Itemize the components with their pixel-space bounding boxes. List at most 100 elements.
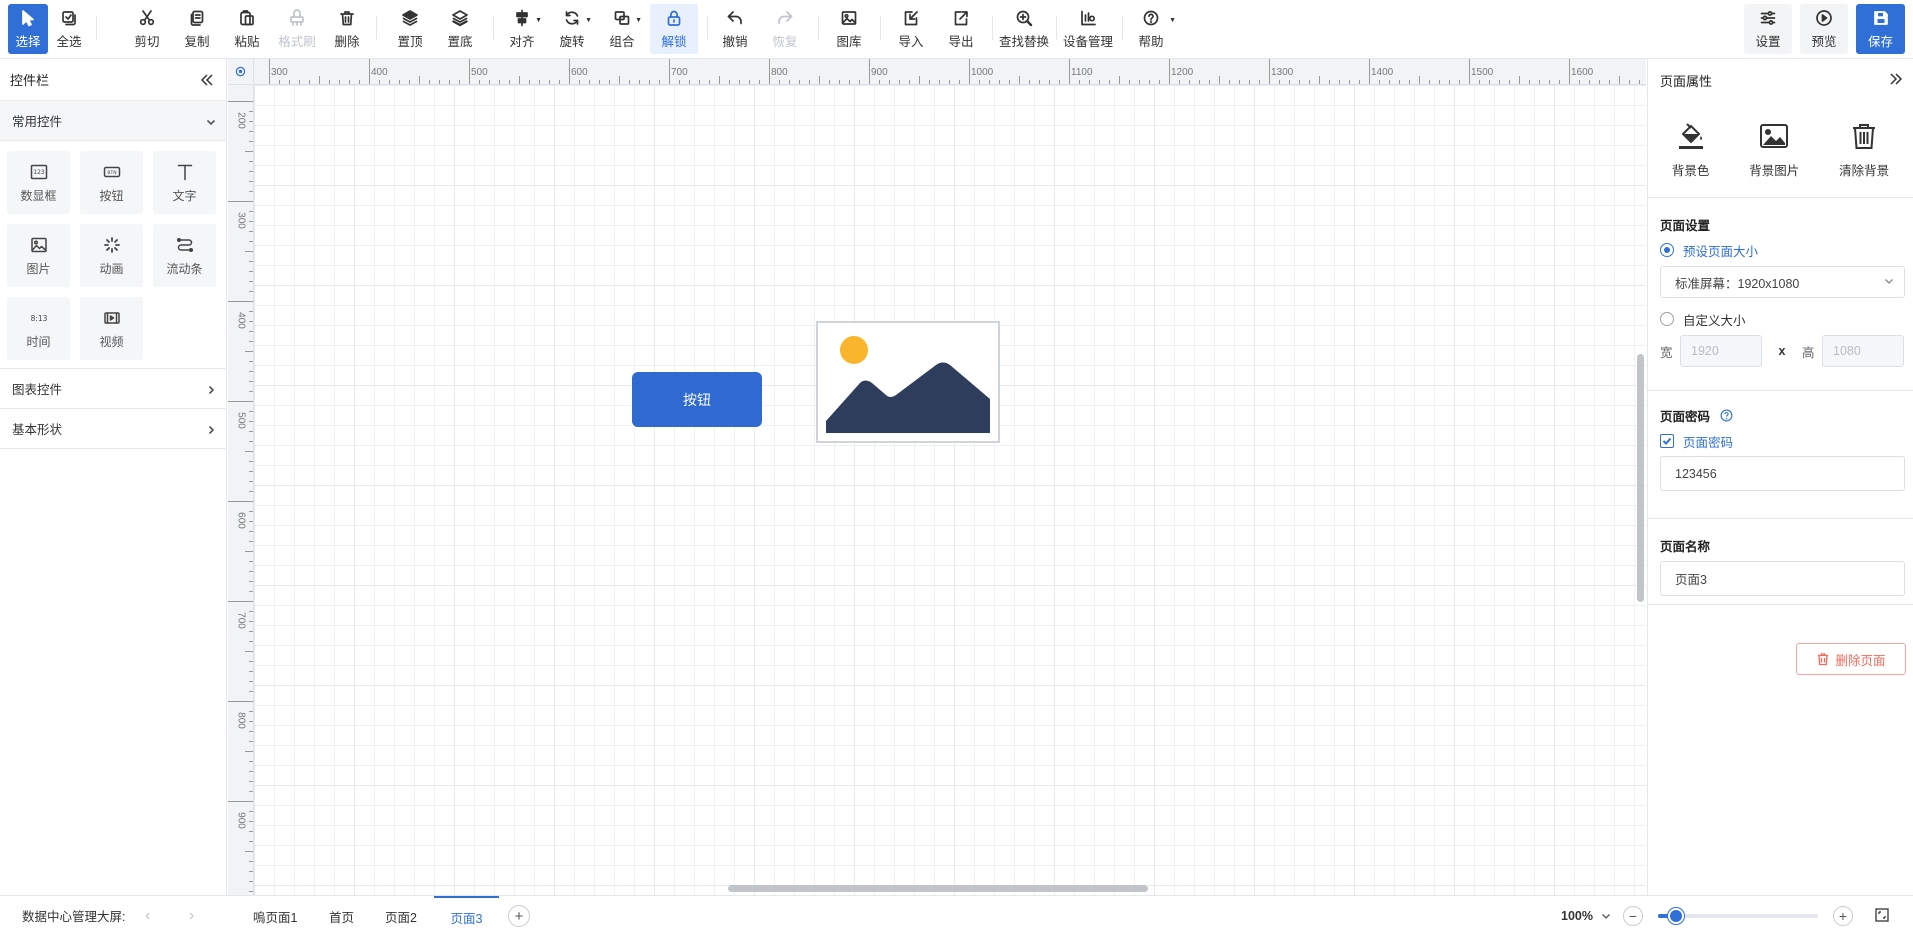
collapse-right-icon[interactable] xyxy=(1889,72,1903,89)
gallery-label: 图库 xyxy=(836,35,862,49)
canvas-button-widget[interactable]: 按钮 xyxy=(632,372,762,427)
custom-size-radio[interactable]: 自定义大小 xyxy=(1660,309,1905,329)
align-button[interactable]: 对齐 ▼ xyxy=(503,4,542,54)
widget-label: 图片 xyxy=(26,262,51,276)
common-widgets-section[interactable]: 常用控件 xyxy=(0,101,226,141)
widget-button[interactable]: BTN 按钮 xyxy=(80,151,143,214)
ruler-tick xyxy=(1309,80,1310,84)
zoom-slider[interactable] xyxy=(1658,908,1818,924)
size-separator: x xyxy=(1778,344,1786,358)
widget-animation[interactable]: 动画 xyxy=(80,224,143,287)
page-password-input[interactable]: 123456 xyxy=(1660,456,1905,491)
widget-time[interactable]: 8:13 时间 xyxy=(7,297,70,360)
clear-background-button[interactable]: 清除背景 xyxy=(1839,120,1889,179)
ruler-tick xyxy=(1119,76,1120,84)
ruler-tick xyxy=(228,101,253,102)
zoom-in-icon[interactable]: + xyxy=(1833,906,1853,926)
canvas-image-widget[interactable] xyxy=(816,321,1000,443)
chevron-down-icon[interactable] xyxy=(1601,911,1611,921)
ruler-tick xyxy=(1519,76,1520,84)
page-password-checkbox[interactable]: 页面密码 xyxy=(1660,431,1905,451)
widget-numeric-display[interactable]: 123 数显框 xyxy=(7,151,70,214)
select-all-button[interactable]: 全选 xyxy=(50,4,88,54)
find-replace-label: 查找替换 xyxy=(998,35,1049,49)
zoom-slider-handle[interactable] xyxy=(1667,908,1684,924)
device-manage-button[interactable]: 设备管理 xyxy=(1062,4,1114,54)
ruler-tick xyxy=(1109,80,1110,84)
help-button[interactable]: 帮助 ▼ xyxy=(1132,4,1176,54)
copy-button[interactable]: 复制 xyxy=(178,4,216,54)
prev-page-icon[interactable]: ‹ xyxy=(145,907,150,925)
send-to-back-button[interactable]: 置底 xyxy=(441,4,479,54)
paste-button[interactable]: 粘贴 xyxy=(228,4,266,54)
cut-button[interactable]: 剪切 xyxy=(128,4,166,54)
ruler-tick xyxy=(228,401,253,402)
page-password-section: 页面密码 页面密码 123456 xyxy=(1648,391,1913,519)
ruler-tick xyxy=(789,80,790,84)
image-icon xyxy=(29,234,49,256)
ruler-tick xyxy=(249,581,253,582)
height-input[interactable]: 1080 xyxy=(1822,335,1904,367)
delete-button[interactable]: 删除 xyxy=(328,4,366,54)
basic-shapes-section[interactable]: 基本形状 xyxy=(0,409,226,449)
settings-label: 设置 xyxy=(1755,35,1781,49)
background-color-button[interactable]: 背景色 xyxy=(1672,120,1709,179)
add-page-icon[interactable]: + xyxy=(508,905,530,927)
ruler-tick xyxy=(249,861,253,862)
page-tab[interactable]: 首页 xyxy=(329,896,354,935)
background-image-button[interactable]: 背景图片 xyxy=(1749,120,1799,179)
ruler-tick xyxy=(1129,80,1130,84)
ruler-tick xyxy=(809,80,810,84)
preview-button[interactable]: 预览 xyxy=(1800,4,1848,54)
fit-screen-icon[interactable] xyxy=(1874,907,1890,923)
zoom-out-icon[interactable]: − xyxy=(1623,906,1643,926)
find-replace-button[interactable]: 查找替换 xyxy=(998,4,1050,54)
rotate-button[interactable]: 旋转 ▼ xyxy=(553,4,592,54)
page-tab-active[interactable]: 页面3 xyxy=(434,896,499,935)
select-all-icon xyxy=(59,8,79,28)
preset-size-select[interactable]: 标准屏幕：1920x1080 xyxy=(1660,266,1905,298)
preset-size-radio[interactable]: 预设页面大小 xyxy=(1660,240,1905,260)
ruler-tick xyxy=(249,881,253,882)
page-tab[interactable]: 嗚页面1 xyxy=(253,896,297,935)
format-brush-button[interactable]: 格式刷 xyxy=(276,4,318,54)
chart-widgets-section[interactable]: 图表控件 xyxy=(0,369,226,409)
select-tool-button[interactable]: 选择 xyxy=(8,4,48,54)
undo-button[interactable]: 撤销 xyxy=(716,4,754,54)
horizontal-scrollbar[interactable] xyxy=(728,885,1148,892)
widget-image[interactable]: 图片 xyxy=(7,224,70,287)
collapse-left-icon[interactable] xyxy=(200,73,214,87)
next-page-icon[interactable]: › xyxy=(189,907,194,925)
delete-page-button[interactable]: 删除页面 xyxy=(1796,643,1906,675)
page-name-input[interactable]: 页面3 xyxy=(1660,561,1905,596)
save-button[interactable]: 保存 xyxy=(1856,4,1905,54)
group-button[interactable]: 组合 ▼ xyxy=(603,4,642,54)
gallery-button[interactable]: 图库 xyxy=(830,4,868,54)
redo-button[interactable]: 恢复 xyxy=(766,4,804,54)
import-button[interactable]: 导入 xyxy=(892,4,930,54)
toolbar-divider xyxy=(1122,16,1123,40)
ruler-origin-icon[interactable] xyxy=(228,59,254,85)
ruler-tick xyxy=(249,441,253,442)
unlock-button[interactable]: 解锁 xyxy=(650,4,698,54)
ruler-tick xyxy=(1329,80,1330,84)
save-icon xyxy=(1871,8,1891,28)
widget-text[interactable]: 文字 xyxy=(153,151,216,214)
help-circle-icon[interactable] xyxy=(1720,409,1733,422)
export-button[interactable]: 导出 xyxy=(942,4,980,54)
widget-flow-bar[interactable]: 流动条 xyxy=(153,224,216,287)
page-tab[interactable]: 页面2 xyxy=(385,896,417,935)
settings-button[interactable]: 设置 xyxy=(1744,4,1792,54)
chevron-down-icon: ▼ xyxy=(635,17,642,24)
zoom-level[interactable]: 100% xyxy=(1561,909,1593,923)
page-properties-panel: 页面属性 背景色 背景图片 清除背景 页面设置 预设页面大小 标准屏幕：1920… xyxy=(1647,59,1913,895)
bring-to-front-button[interactable]: 置顶 xyxy=(391,4,429,54)
ruler-tick xyxy=(249,511,253,512)
ruler-tick xyxy=(1229,80,1230,84)
gallery-icon xyxy=(839,8,859,28)
widget-video[interactable]: 视频 xyxy=(80,297,143,360)
radio-unchecked-icon xyxy=(1660,312,1674,326)
design-canvas[interactable]: 300 400 500 600 700 800 900 1000 1100 1200 1300 140… xyxy=(228,59,1646,895)
vertical-scrollbar[interactable] xyxy=(1637,354,1644,602)
width-input[interactable]: 1920 xyxy=(1680,335,1762,367)
